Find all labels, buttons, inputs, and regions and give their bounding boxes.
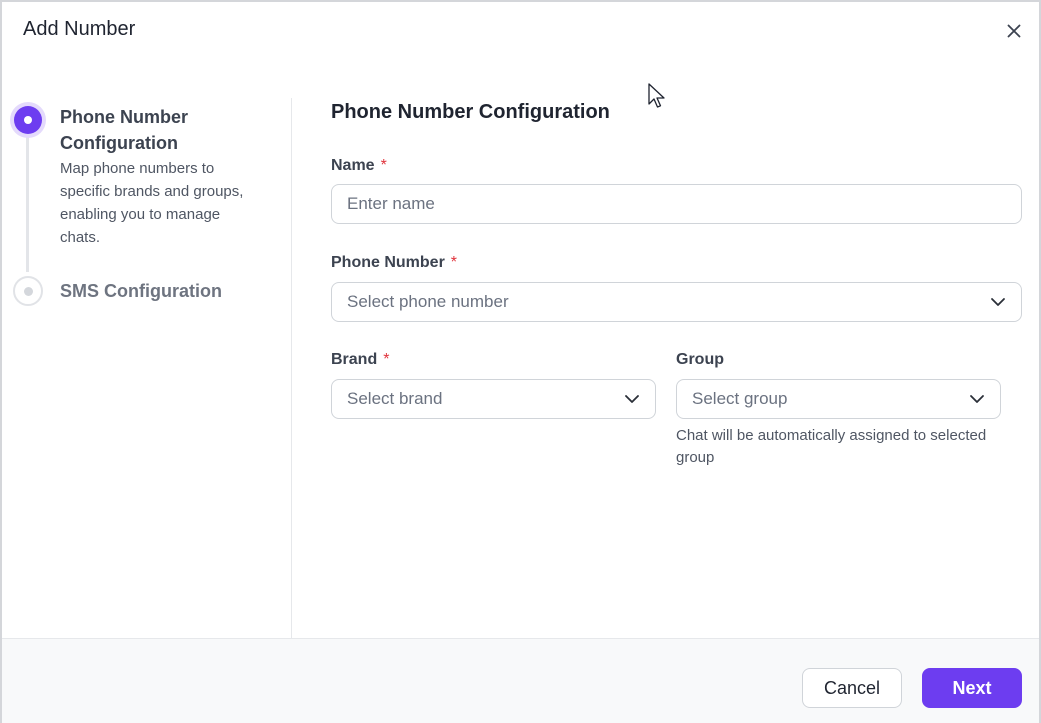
chevron-down-icon [969, 391, 985, 407]
step-1-indicator-icon [10, 102, 46, 138]
step-1-title[interactable]: Phone Number Configuration [60, 104, 260, 156]
mouse-cursor-icon [648, 83, 665, 108]
dialog-footer: Cancel Next [2, 638, 1039, 723]
dialog-title: Add Number [23, 18, 136, 40]
group-select[interactable]: Select group [676, 379, 1001, 419]
group-label: Group [676, 351, 724, 368]
brand-label: Brand * [331, 351, 390, 368]
add-number-dialog: Add Number Phone Number Configuration Ma… [0, 0, 1041, 723]
phone-number-label: Phone Number * [331, 254, 458, 271]
required-mark: * [380, 157, 387, 174]
cancel-button[interactable]: Cancel [802, 668, 902, 708]
name-label: Name * [331, 157, 387, 174]
name-input[interactable] [331, 184, 1022, 224]
chevron-down-icon [990, 294, 1006, 310]
close-icon [1007, 24, 1021, 38]
next-button[interactable]: Next [922, 668, 1022, 708]
required-mark: * [450, 254, 458, 271]
section-title: Phone Number Configuration [331, 101, 610, 123]
stepper: Phone Number Configuration Map phone num… [10, 100, 280, 320]
phone-number-placeholder: Select phone number [347, 292, 509, 311]
step-2-indicator-icon [13, 276, 43, 306]
group-placeholder: Select group [692, 389, 788, 408]
brand-placeholder: Select brand [347, 389, 443, 408]
group-helper-text: Chat will be automatically assigned to s… [676, 427, 987, 466]
step-2-title[interactable]: SMS Configuration [60, 278, 260, 304]
step-1-description: Map phone numbers to specific brands and… [60, 160, 244, 246]
phone-number-select[interactable]: Select phone number [331, 282, 1022, 322]
close-button[interactable] [1003, 20, 1025, 42]
vertical-divider [291, 98, 292, 640]
brand-select[interactable]: Select brand [331, 379, 656, 419]
required-mark: * [383, 351, 390, 368]
stepper-connector [26, 134, 29, 272]
chevron-down-icon [624, 391, 640, 407]
dialog-header: Add Number [2, 2, 1039, 60]
